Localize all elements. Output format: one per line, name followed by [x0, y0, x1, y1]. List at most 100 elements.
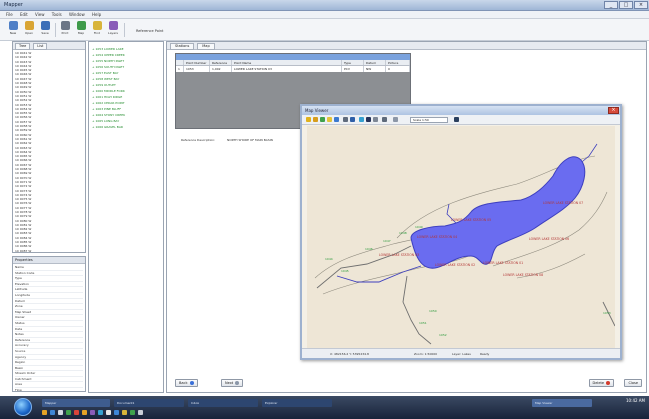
identify-icon[interactable] [382, 117, 387, 122]
menu-window[interactable]: Window [69, 12, 85, 17]
map-point-marker[interactable]: 1049 [415, 225, 423, 229]
map-station-label[interactable]: LOWER LAKE STATION 02 [435, 263, 475, 267]
taskbar: Mapper Document1 Inbox Explorer Map View… [0, 396, 649, 419]
layers-icon[interactable] [366, 117, 371, 122]
close-panel-button[interactable]: Close [624, 379, 642, 387]
map-canvas[interactable]: LOWER LAKE STATION 07 LOWER LAKE STATION … [307, 126, 615, 348]
quicklaunch-icon[interactable] [114, 410, 119, 415]
map-station-label[interactable]: LOWER LAKE STATION 07 [543, 201, 583, 205]
refresh-icon[interactable] [327, 117, 332, 122]
toolbar-new-button[interactable]: New [6, 21, 20, 38]
quicklaunch-icon[interactable] [90, 410, 95, 415]
map-close-button[interactable]: × [608, 107, 619, 114]
column-header[interactable]: Datum [364, 60, 386, 65]
open-icon [24, 21, 34, 30]
map-point-marker[interactable]: 1050 [429, 309, 437, 313]
table-cell: PCV [342, 66, 364, 72]
toolbar-layers-button[interactable]: Layers [106, 21, 120, 38]
map-point-marker[interactable]: 1045 [341, 269, 349, 273]
table-row[interactable]: 1 1053 1,002 LOWER LAKE STATION 03 PCV N… [176, 66, 410, 72]
quicklaunch-icon[interactable] [122, 410, 127, 415]
taskbar-app[interactable]: Map Viewer [532, 399, 592, 407]
table-cell: 1053 [184, 66, 210, 72]
column-header[interactable]: Point Name [232, 60, 342, 65]
menu-tools[interactable]: Tools [52, 12, 62, 17]
quicklaunch-icon[interactable] [138, 410, 143, 415]
menu-edit[interactable]: Edit [20, 12, 28, 17]
new-icon [8, 21, 18, 30]
tab-map[interactable]: Map [197, 43, 215, 50]
taskbar-app[interactable]: Inbox [188, 399, 258, 407]
menu-help[interactable]: Help [92, 12, 101, 17]
quicklaunch-icon[interactable] [50, 410, 55, 415]
map-window-titlebar[interactable]: Map Viewer × [302, 106, 620, 115]
taskbar-app[interactable]: Document1 [114, 399, 184, 407]
search-icon[interactable] [454, 117, 459, 122]
map-station-label[interactable]: LOWER LAKE STATION 06 [529, 237, 569, 241]
map-point-marker[interactable]: 1048 [399, 231, 407, 235]
start-button[interactable] [14, 398, 32, 416]
quicklaunch-icon[interactable] [82, 410, 87, 415]
save-icon [40, 21, 50, 30]
toolbar-save-button[interactable]: Save [38, 21, 52, 38]
map-point-marker[interactable]: 1047 [383, 239, 391, 243]
map-point-marker[interactable]: 1053 [603, 311, 611, 315]
map-station-label[interactable]: LOWER LAKE STATION 01 [483, 261, 523, 265]
map-point-marker[interactable]: 1052 [439, 333, 447, 337]
tab-tree[interactable]: Tree [15, 43, 31, 50]
tab-stations[interactable]: Stations [170, 43, 195, 50]
quicklaunch-icon[interactable] [74, 410, 79, 415]
reference-description-value: NORTH SHORE OF MAIN BASIN [227, 138, 273, 142]
minimize-button[interactable]: _ [604, 1, 618, 9]
next-button[interactable]: Next [221, 379, 244, 387]
column-header[interactable]: Reference [210, 60, 232, 65]
column-header[interactable]: Point Number [184, 60, 210, 65]
quicklaunch-icon[interactable] [98, 410, 103, 415]
taskbar-app[interactable]: Explorer [262, 399, 332, 407]
map-station-label[interactable]: LOWER LAKE STATION 08 [503, 273, 543, 277]
info-icon[interactable] [350, 117, 355, 122]
quicklaunch-icon[interactable] [130, 410, 135, 415]
back-button[interactable]: Back [175, 379, 198, 387]
maximize-button[interactable]: □ [619, 1, 633, 9]
toolbar-map-button[interactable]: Map [74, 21, 88, 38]
zoom-out-icon[interactable] [313, 117, 318, 122]
column-header[interactable] [176, 60, 184, 65]
measure-icon[interactable] [359, 117, 364, 122]
extent-icon[interactable] [334, 117, 339, 122]
map-point-marker[interactable]: 1044 [325, 257, 333, 261]
table-cell: 1 [176, 66, 184, 72]
map-point-marker[interactable]: 1051 [419, 321, 427, 325]
menu-file[interactable]: File [6, 12, 13, 17]
lake-list-item[interactable]: + 1066 GRAVEL BAR [92, 124, 160, 130]
quicklaunch-icon[interactable] [106, 410, 111, 415]
column-header[interactable]: Type [342, 60, 364, 65]
scale-combo[interactable]: Scale 1:50 [410, 117, 448, 123]
options-icon[interactable] [393, 117, 398, 122]
map-station-label[interactable]: LOWER LAKE STATION 05 [451, 218, 491, 222]
pan-icon[interactable] [320, 117, 325, 122]
select-icon[interactable] [343, 117, 348, 122]
toolbar-find-button[interactable]: Find [90, 21, 104, 38]
property-item[interactable]: Flow [15, 388, 83, 391]
tab-list[interactable]: List [33, 43, 48, 50]
close-button[interactable]: × [634, 1, 648, 9]
toolbar-print-button[interactable]: Print [58, 21, 72, 38]
map-point-marker[interactable]: 1046 [365, 247, 373, 251]
quicklaunch-icon[interactable] [66, 410, 71, 415]
column-header[interactable]: Picture [386, 60, 410, 65]
quicklaunch-icon[interactable] [58, 410, 63, 415]
map-station-label[interactable]: LOWER LAKE STATION 03 [379, 253, 419, 257]
menu-view[interactable]: View [35, 12, 45, 17]
properties-header: Properties [13, 257, 85, 264]
system-clock[interactable]: 10:42 AM [626, 398, 645, 403]
quicklaunch-icon[interactable] [42, 410, 47, 415]
zoom-in-icon[interactable] [306, 117, 311, 122]
taskbar-app[interactable]: Mapper [42, 399, 110, 407]
map-viewer-window[interactable]: Map Viewer × Scale 1:50 LOWER LAKE STATI… [300, 104, 622, 360]
print-icon[interactable] [373, 117, 378, 122]
delete-button[interactable]: Delete [588, 379, 614, 387]
toolbar-open-button[interactable]: Open [22, 21, 36, 38]
map-station-label[interactable]: LOWER LAKE STATION 04 [417, 235, 457, 239]
delete-icon [606, 381, 610, 385]
